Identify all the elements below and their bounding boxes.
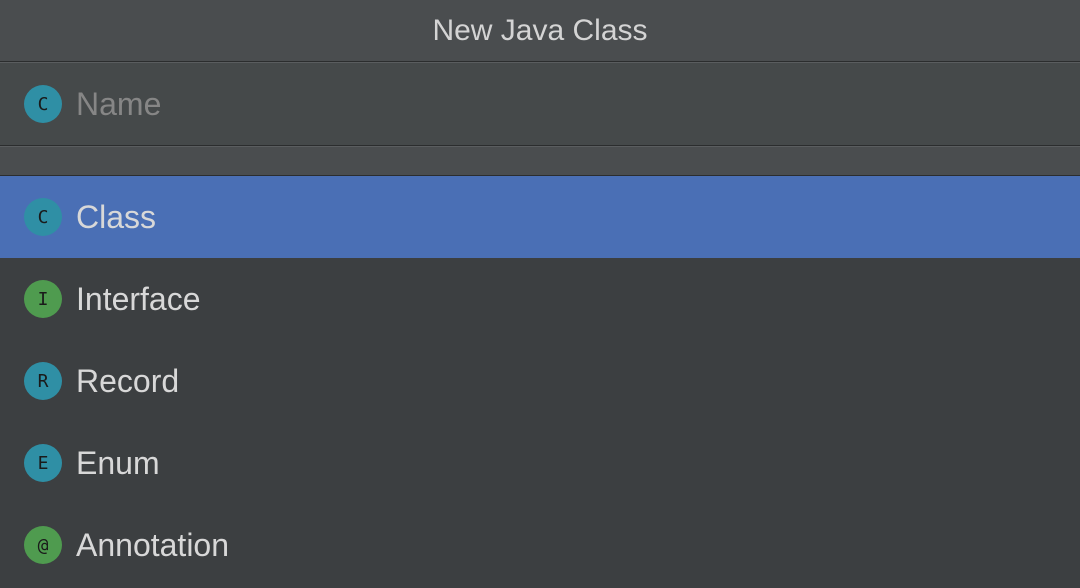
name-input-row[interactable]: C — [0, 62, 1080, 146]
item-record-label: Record — [76, 363, 179, 400]
class-icon: C — [24, 85, 62, 123]
class-icon-letter: C — [38, 94, 49, 115]
item-interface-icon: I — [24, 280, 62, 318]
item-annotation[interactable]: @ Annotation — [0, 504, 1080, 586]
new-java-class-dialog: New Java Class C C Class I Interface R Record… — [0, 0, 1080, 588]
title-bar: New Java Class — [0, 0, 1080, 62]
item-class-label: Class — [76, 199, 156, 236]
item-annotation-icon-letter: @ — [38, 535, 49, 556]
item-enum[interactable]: E Enum — [0, 422, 1080, 504]
item-interface-icon-letter: I — [38, 289, 49, 310]
name-input[interactable] — [76, 84, 1080, 124]
item-annotation-icon: @ — [24, 526, 62, 564]
type-list: C Class I Interface R Record E Enum @ Annotation — [0, 176, 1080, 588]
item-record-icon: R — [24, 362, 62, 400]
item-class[interactable]: C Class — [0, 176, 1080, 258]
item-record[interactable]: R Record — [0, 340, 1080, 422]
item-interface-label: Interface — [76, 281, 201, 318]
item-interface[interactable]: I Interface — [0, 258, 1080, 340]
item-enum-icon: E — [24, 444, 62, 482]
separator — [0, 146, 1080, 176]
item-enum-icon-letter: E — [38, 453, 49, 474]
item-enum-label: Enum — [76, 445, 160, 482]
item-annotation-label: Annotation — [76, 527, 229, 564]
item-class-icon: C — [24, 198, 62, 236]
dialog-title: New Java Class — [432, 14, 647, 48]
item-class-icon-letter: C — [38, 207, 49, 228]
item-record-icon-letter: R — [38, 371, 49, 392]
